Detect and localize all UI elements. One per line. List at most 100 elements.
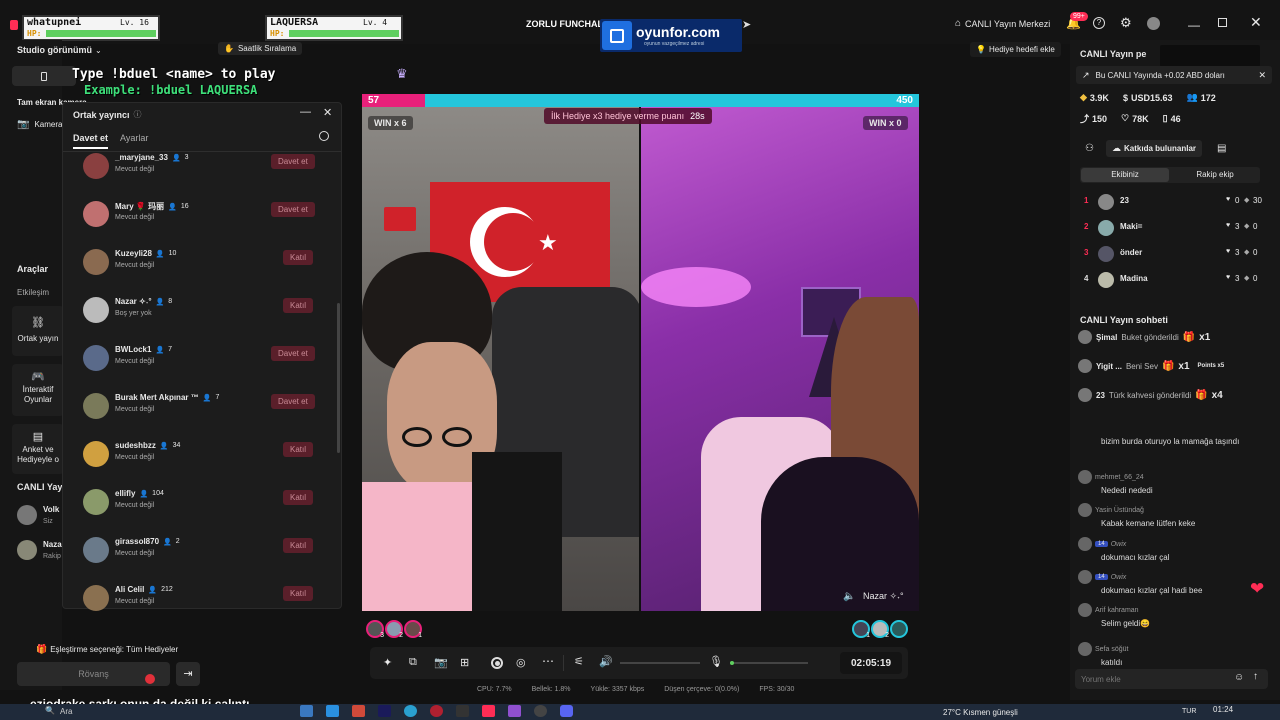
join-button[interactable]: Katıl xyxy=(283,538,314,553)
rank-hearts: 3 xyxy=(1235,274,1240,283)
battle-timer: 28s xyxy=(690,111,705,121)
mic-icon[interactable]: 🎙 xyxy=(709,655,723,668)
taskbar-search-icon[interactable]: 🔍 xyxy=(45,706,55,715)
taskbar-search[interactable]: Ara xyxy=(60,707,72,716)
comment-field[interactable] xyxy=(1081,672,1221,686)
cohost-user-row: Burak Mert Akpınar ™ 👤 7 Mevcut değil Da… xyxy=(81,391,321,427)
app-icon[interactable] xyxy=(326,705,339,717)
discord-icon[interactable] xyxy=(560,705,573,717)
join-button[interactable]: Katıl xyxy=(283,586,314,601)
live-center-link[interactable]: ⌂ CANLI Yayın Merkezi xyxy=(955,18,1050,29)
tab-rival[interactable]: Rakip ekip xyxy=(1171,168,1259,182)
tab-invite[interactable]: Davet et xyxy=(73,133,109,149)
clip-icon[interactable]: ◎ xyxy=(516,656,526,669)
tiktok-icon[interactable] xyxy=(482,705,495,717)
camera-item[interactable]: 📷 Kamera xyxy=(17,119,62,130)
cohost-title: Ortak yayıncı xyxy=(73,109,130,120)
sliders-icon[interactable]: ⚟ xyxy=(574,655,584,668)
invite-button[interactable]: Davet et xyxy=(271,154,315,169)
magic-wand-icon[interactable]: ✦ xyxy=(383,656,392,669)
supporter-avatar[interactable]: 2 xyxy=(385,620,403,639)
user-status: Mevcut değil xyxy=(115,214,155,221)
weather[interactable]: 27°C Kısmen güneşli xyxy=(943,708,1018,717)
supporter-avatar[interactable]: 1 xyxy=(852,620,870,639)
speaker-icon[interactable]: 🔊 xyxy=(599,655,613,668)
gift-text: Türk kahvesi gönderildi xyxy=(1108,390,1192,400)
user-add-icon[interactable]: ⚇ xyxy=(1085,143,1094,154)
invite-button[interactable]: Davet et xyxy=(271,346,315,361)
add-scene-icon[interactable]: ⊞ xyxy=(460,656,469,669)
volume-icon[interactable]: 🔈 xyxy=(843,591,855,602)
app-icon[interactable] xyxy=(378,705,391,717)
cohost-header: Ortak yayıncı ⓘ xyxy=(73,109,142,120)
co-stream-tool[interactable]: ⛓ Ortak yayın xyxy=(12,306,64,356)
profile-avatar[interactable] xyxy=(1147,17,1160,30)
player2-hp-bar xyxy=(289,30,399,37)
phone-view-button[interactable] xyxy=(12,66,76,86)
cohost-minimize-icon[interactable]: — xyxy=(300,106,311,118)
app-icon[interactable] xyxy=(352,705,365,717)
tab-settings[interactable]: Ayarlar xyxy=(120,133,148,143)
interactive-games-tool[interactable]: 🎮 İnteraktif Oyunlar xyxy=(12,364,64,416)
clock[interactable]: 01:24 xyxy=(1213,705,1233,714)
match-option[interactable]: 🎁 Eşleştirme seçeneği: Tüm Hediyeler xyxy=(36,644,178,655)
join-button[interactable]: Katıl xyxy=(283,442,314,457)
studio-view-dropdown[interactable]: Studio görünümü ⌄ xyxy=(17,45,102,55)
invite-button[interactable]: Davet et xyxy=(271,202,315,217)
list-icon[interactable]: ▤ xyxy=(1217,143,1226,154)
gift-goal-button[interactable]: 💡 Hediye hedefi ekle xyxy=(970,42,1061,57)
match-option-label: Eşleştirme seçeneği: Tüm Hediyeler xyxy=(50,645,179,654)
join-button[interactable]: Katıl xyxy=(283,298,314,313)
cohost-scrollbar[interactable] xyxy=(337,303,340,453)
ranking-row[interactable]: 4 Madina ♥ 3 ◆ 0 xyxy=(1080,272,1265,290)
app-icon[interactable] xyxy=(508,705,521,717)
chevron-right-icon[interactable]: ➤ xyxy=(742,18,751,31)
join-button[interactable]: Katıl xyxy=(283,250,314,265)
rank-number: 1 xyxy=(1084,196,1089,205)
info-icon[interactable]: ⓘ xyxy=(134,109,142,120)
earn-close-icon[interactable]: ✕ xyxy=(1258,70,1266,81)
comment-input[interactable]: ☺ ↑ xyxy=(1075,669,1268,689)
ranking-row[interactable]: 2 Maki= ♥ 3 ◆ 0 xyxy=(1080,220,1265,238)
supporter-avatar[interactable] xyxy=(890,620,908,638)
rank-hearts: 3 xyxy=(1235,248,1240,257)
supporter-avatar[interactable]: 1 xyxy=(404,620,422,639)
screenshot-icon[interactable]: 📷 xyxy=(434,656,448,669)
supporter-avatar[interactable]: 2 xyxy=(871,620,889,639)
hourly-rank-badge[interactable]: ✋ Saatlik Sıralama xyxy=(218,42,303,55)
record-icon[interactable] xyxy=(491,657,503,669)
app-icon[interactable] xyxy=(456,705,469,717)
help-icon[interactable]: ? xyxy=(1093,17,1105,29)
minimize-icon[interactable]: — xyxy=(1188,18,1200,32)
supporter-avatar[interactable]: 3 xyxy=(366,620,384,639)
app-icon[interactable] xyxy=(404,705,417,717)
volume-slider[interactable] xyxy=(620,662,700,664)
exit-button[interactable]: ⇥ xyxy=(176,662,200,686)
join-button[interactable]: Katıl xyxy=(283,490,314,505)
github-icon[interactable] xyxy=(534,705,547,717)
maximize-icon[interactable] xyxy=(1218,18,1227,27)
ranking-row[interactable]: 1 23 ♥ 0 ◆ 30 xyxy=(1080,194,1265,212)
search-icon[interactable] xyxy=(319,131,329,141)
tab-team[interactable]: Ekibiniz xyxy=(1081,168,1169,182)
app-icon[interactable] xyxy=(300,705,313,717)
contributors-button[interactable]: ☁ Katkıda bulunanlar xyxy=(1106,140,1203,157)
gear-icon[interactable]: ⚙ xyxy=(1120,15,1132,31)
cohost-close-icon[interactable]: ✕ xyxy=(323,106,332,119)
poll-tool[interactable]: ▤ Anket ve Hediyeyle o xyxy=(12,424,64,474)
ranking-row[interactable]: 3 önder ♥ 3 ◆ 0 xyxy=(1080,246,1265,264)
app-icon[interactable] xyxy=(430,705,443,717)
mic-slider[interactable] xyxy=(730,661,808,665)
emoji-icon[interactable]: ☺ xyxy=(1234,672,1244,683)
close-icon[interactable]: ✕ xyxy=(1250,14,1262,31)
invite-button[interactable]: Davet et xyxy=(271,394,315,409)
more-icon[interactable]: ⋯ xyxy=(542,654,554,668)
opponent-video[interactable]: WIN x 0 🔈 Nazar ✧˖° xyxy=(641,107,919,611)
share-screen-icon[interactable]: ⧉ xyxy=(409,656,417,669)
send-icon[interactable]: ↑ xyxy=(1253,671,1258,682)
twitch-icon xyxy=(602,21,632,50)
lang-indicator[interactable]: TUR xyxy=(1182,708,1196,715)
poll-icon: ▤ xyxy=(32,431,44,443)
gift-icon: 🎁 xyxy=(36,644,48,654)
host-video[interactable]: ★ WIN x 6 xyxy=(362,107,639,611)
